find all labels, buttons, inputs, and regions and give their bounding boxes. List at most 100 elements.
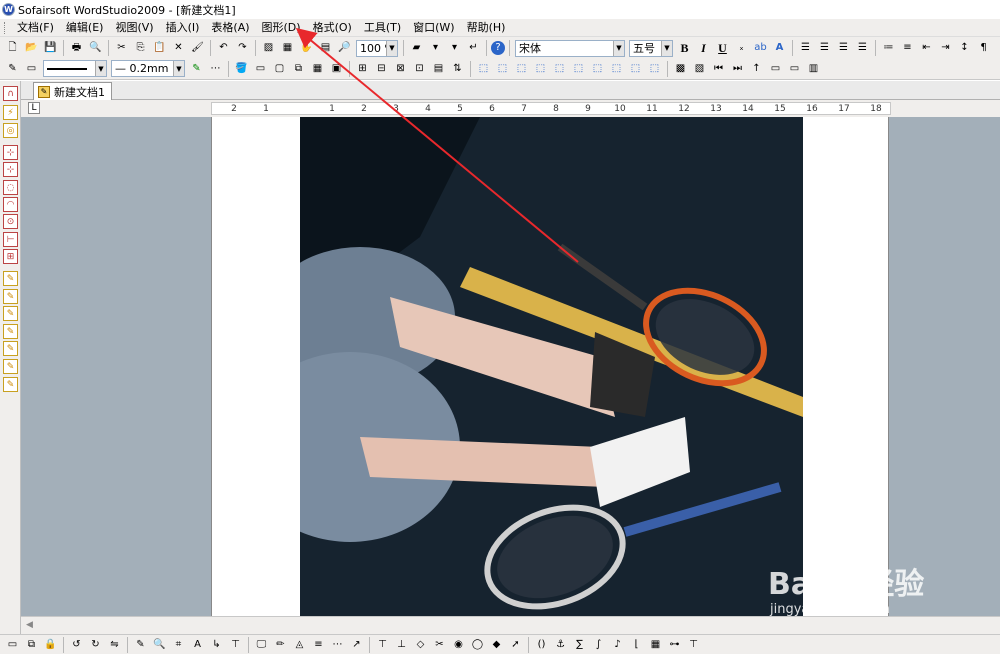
inserted-photo[interactable]	[300, 117, 803, 616]
hand-tool-icon[interactable]: ✋	[298, 40, 315, 57]
callout-icon[interactable]: ⊤	[227, 636, 244, 653]
help-icon[interactable]: ?	[491, 41, 505, 55]
horizontal-scrollbar[interactable]: ◀	[21, 616, 1000, 634]
delete-icon[interactable]: ✕	[170, 40, 187, 57]
menu-table[interactable]: 表格(A)	[205, 20, 255, 36]
screen-icon[interactable]: 🖵	[253, 636, 270, 653]
font-color-icon[interactable]: A	[771, 40, 788, 57]
connector-icon[interactable]: ↳	[208, 636, 225, 653]
show-marks-icon[interactable]: ↵	[465, 40, 482, 57]
snap-point-icon[interactable]: ⊹	[3, 162, 18, 177]
ellipse-icon[interactable]: ◯	[469, 636, 486, 653]
open-folder-icon[interactable]: 📂	[23, 40, 40, 57]
highlight-icon[interactable]: ▰	[408, 40, 425, 57]
page-setup-icon[interactable]: ▭	[786, 60, 803, 77]
format-painter-icon[interactable]: 🖌	[189, 40, 206, 57]
menu-help[interactable]: 帮助(H)	[461, 20, 512, 36]
line-color-icon[interactable]: ✎	[188, 60, 205, 77]
snap-center-icon[interactable]: ⊙	[3, 214, 18, 229]
cut-path-icon[interactable]: ✂	[431, 636, 448, 653]
shadow-icon[interactable]: ▭	[252, 60, 269, 77]
split-cells-icon[interactable]: ⊡	[411, 60, 428, 77]
pen-poly-icon[interactable]: ✎	[3, 377, 18, 392]
up-icon[interactable]: ↑	[748, 60, 765, 77]
text-highlight-icon[interactable]: ab	[752, 40, 769, 57]
align-center-icon[interactable]: ☰	[816, 40, 833, 57]
group-icon[interactable]: ⬚	[627, 60, 644, 77]
pen-arc-icon[interactable]: ✎	[3, 324, 18, 339]
text-icon[interactable]: A	[189, 636, 206, 653]
align-right-obj-icon[interactable]: ⬚	[570, 60, 587, 77]
lock-icon[interactable]: 🔒	[42, 636, 59, 653]
paragraph-icon[interactable]: ¶	[975, 40, 992, 57]
pen-curve-icon[interactable]: ✎	[3, 306, 18, 321]
fill-icon[interactable]: ◬	[291, 636, 308, 653]
align-left-obj-icon[interactable]: ⬚	[532, 60, 549, 77]
grid-table-icon[interactable]: ▦	[647, 636, 664, 653]
paste-icon[interactable]: 📋	[151, 40, 168, 57]
snap-grid-icon[interactable]: ⊞	[3, 249, 18, 264]
group-objects-icon[interactable]: ⧉	[23, 636, 40, 653]
menu-graphics[interactable]: 图形(D)	[256, 20, 307, 36]
music-icon[interactable]: ♪	[609, 636, 626, 653]
borders-icon[interactable]: ▣	[328, 60, 345, 77]
formula-icon[interactable]: ∫	[590, 636, 607, 653]
menu-format[interactable]: 格式(O)	[307, 20, 358, 36]
decrease-indent-icon[interactable]: ⇤	[918, 40, 935, 57]
lightning-icon[interactable]: ⚡	[3, 105, 18, 120]
italic-button[interactable]: I	[695, 40, 712, 57]
snap-arc-icon[interactable]: ◠	[3, 197, 18, 212]
line-spacing-icon[interactable]: ↕	[956, 40, 973, 57]
superscript-icon[interactable]: ₓ	[733, 40, 750, 57]
bold-button[interactable]: B	[676, 40, 693, 57]
snap-circle-icon[interactable]: ◌	[3, 180, 18, 195]
align-left-icon[interactable]: ☰	[797, 40, 814, 57]
insert-col-icon[interactable]: ⊟	[373, 60, 390, 77]
diamond-icon[interactable]: ◆	[488, 636, 505, 653]
menu-edit[interactable]: 编辑(E)	[60, 20, 110, 36]
align-right-icon[interactable]: ☰	[835, 40, 852, 57]
font-name-select[interactable]: 宋体 ▼	[515, 39, 625, 57]
insert-row-icon[interactable]: ⊞	[354, 60, 371, 77]
document-tab[interactable]: ✎ 新建文档1	[33, 82, 112, 100]
pen-line-icon[interactable]: ✎	[3, 289, 18, 304]
zoom-select[interactable]: 100 % ▼	[356, 39, 398, 57]
point-icon[interactable]: ◉	[450, 636, 467, 653]
line-weight-icon[interactable]: ≡	[310, 636, 327, 653]
sort-icon[interactable]: ⇅	[449, 60, 466, 77]
document-page[interactable]	[211, 117, 889, 616]
pen-tool-icon[interactable]: ✎	[3, 271, 18, 286]
undo-icon[interactable]: ↶	[215, 40, 232, 57]
menu-file[interactable]: 文档(F)	[11, 20, 60, 36]
line-style-select[interactable]: ▼	[43, 60, 107, 77]
table-grid-icon[interactable]: ▦	[309, 60, 326, 77]
align-justify-icon[interactable]: ☰	[854, 40, 871, 57]
magnet-icon[interactable]: ∩	[3, 86, 18, 101]
dropdown-arrow-icon[interactable]: ▾	[446, 40, 463, 57]
select-tool-icon[interactable]: ▭	[4, 636, 21, 653]
ungroup-icon[interactable]: ⬚	[646, 60, 663, 77]
magnifier-icon[interactable]: 🔍	[151, 636, 168, 653]
distribute-icon[interactable]: ⊥	[393, 636, 410, 653]
last-page-icon[interactable]: ⏭	[729, 60, 746, 77]
distribute-h-icon[interactable]: ⬚	[589, 60, 606, 77]
menu-insert[interactable]: 插入(I)	[160, 20, 206, 36]
edit-icon[interactable]: ✎	[4, 60, 21, 77]
save-icon[interactable]: 💾	[42, 40, 59, 57]
rotate-right-icon[interactable]: ↻	[87, 636, 104, 653]
merge-cells-icon[interactable]: ⊠	[392, 60, 409, 77]
pin-icon[interactable]: ⊤	[685, 636, 702, 653]
align-bottom-icon[interactable]: ⬚	[513, 60, 530, 77]
scroll-left-icon[interactable]: ◀	[26, 620, 33, 630]
flip-icon[interactable]: ⇋	[106, 636, 123, 653]
align-center-obj-icon[interactable]: ⬚	[551, 60, 568, 77]
arrow-icon[interactable]: ➚	[507, 636, 524, 653]
tab-stop-selector[interactable]: L	[28, 102, 40, 114]
pencil-icon[interactable]: ✏	[272, 636, 289, 653]
table-props-icon[interactable]: ▤	[430, 60, 447, 77]
wrap-icon[interactable]: ▧	[691, 60, 708, 77]
print-icon[interactable]: 🖶	[68, 40, 85, 57]
align-icon[interactable]: ⊤	[374, 636, 391, 653]
network-icon[interactable]: ⊶	[666, 636, 683, 653]
line-width-select[interactable]: — 0.2mm ▼	[111, 60, 185, 77]
